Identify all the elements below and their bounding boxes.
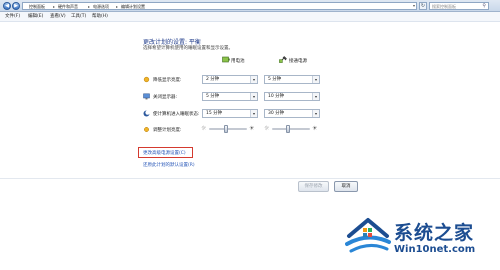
select-value: 10 分钟 <box>268 94 285 99</box>
advanced-power-settings-link[interactable]: 更改高级电源设置(C) <box>143 150 186 156</box>
power-plug-icon <box>279 56 287 63</box>
dim-display-icon <box>143 76 150 83</box>
column-header-battery: 用电池 <box>231 59 245 64</box>
watermark-title: 系统之家 <box>394 222 475 244</box>
brightness-high-icon: ☀ <box>312 125 318 132</box>
address-bar[interactable]: 控制面板 ▸ 硬件和声音 ▸ 电源选项 ▸ 编辑计划设置 ▾ <box>22 2 417 10</box>
select-value: 5 分钟 <box>206 94 220 99</box>
breadcrumb-power-options[interactable]: 电源选项 <box>93 4 109 9</box>
breadcrumb-edit-plan[interactable]: 编辑计划设置 <box>121 4 145 9</box>
sleep-plugged-select[interactable]: 30 分钟 ▾ <box>264 109 320 118</box>
slider-track[interactable] <box>272 128 310 130</box>
menu-tools[interactable]: 工具(T) <box>71 14 86 20</box>
menu-help[interactable]: 帮助(H) <box>92 14 108 20</box>
chevron-down-icon[interactable]: ▾ <box>250 110 257 117</box>
chevron-down-icon[interactable]: ▾ <box>312 76 319 83</box>
menu-file[interactable]: 文件(F) <box>5 14 20 20</box>
slider-track[interactable] <box>209 128 247 130</box>
breadcrumb-separator-icon[interactable]: ▸ <box>116 4 118 9</box>
slider-thumb[interactable] <box>286 125 290 133</box>
back-arrow-icon[interactable]: ◀ <box>3 2 11 10</box>
menu-bar: 文件(F) 编辑(E) 查看(V) 工具(T) 帮助(H) <box>0 12 500 22</box>
page-subtitle: 选择希望计算机使用的睡眠设置和显示设置。 <box>143 46 233 51</box>
menu-view[interactable]: 查看(V) <box>50 14 66 20</box>
search-placeholder: 搜索控制面板 <box>432 4 456 9</box>
turn-off-display-plugged-select[interactable]: 10 分钟 ▾ <box>264 92 320 101</box>
watermark-url: Win10net.com <box>394 244 476 255</box>
divider <box>0 178 500 179</box>
row-label-sleep: 使计算机进入睡眠状态: <box>153 112 200 117</box>
sleep-battery-select[interactable]: 15 分钟 ▾ <box>202 109 258 118</box>
turn-off-display-battery-select[interactable]: 5 分钟 ▾ <box>202 92 258 101</box>
row-label-turn-off-display: 关闭显示器: <box>153 95 178 100</box>
chevron-down-icon[interactable]: ▾ <box>250 76 257 83</box>
breadcrumb-control-panel[interactable]: 控制面板 <box>29 4 45 9</box>
search-input[interactable]: 搜索控制面板 ⚲ <box>429 2 489 10</box>
brightness-plugged-slider[interactable] <box>272 125 310 133</box>
refresh-icon[interactable]: ↻ <box>419 2 427 10</box>
slider-thumb[interactable] <box>224 125 228 133</box>
breadcrumb-separator-icon[interactable]: ▸ <box>53 4 55 9</box>
brightness-low-icon: ☼ <box>201 125 207 132</box>
select-value: 5 分钟 <box>268 77 282 82</box>
brightness-battery-slider[interactable] <box>209 125 247 133</box>
chevron-down-icon[interactable]: ▾ <box>312 110 319 117</box>
dim-display-plugged-select[interactable]: 5 分钟 ▾ <box>264 75 320 84</box>
menu-edit[interactable]: 编辑(E) <box>28 14 43 20</box>
watermark-house-logo <box>345 218 391 253</box>
cancel-button[interactable]: 取消 <box>334 181 358 192</box>
window-titlebar: ◀ ▶ 控制面板 ▸ 硬件和声音 ▸ 电源选项 ▸ 编辑计划设置 ▾ ↻ 搜索控… <box>0 0 500 12</box>
select-value: 2 分钟 <box>206 77 220 82</box>
monitor-icon <box>143 93 150 100</box>
sleep-moon-icon <box>143 110 150 117</box>
brightness-high-icon: ☀ <box>249 125 255 132</box>
brightness-low-icon: ☼ <box>264 125 270 132</box>
chevron-down-icon[interactable]: ▾ <box>413 3 415 9</box>
column-header-plugged-in: 接通电源 <box>289 59 307 64</box>
brightness-icon <box>144 127 149 132</box>
breadcrumb-separator-icon[interactable]: ▸ <box>88 4 90 9</box>
search-icon[interactable]: ⚲ <box>482 3 486 9</box>
battery-icon <box>222 56 230 63</box>
row-label-dim-display: 降低显示亮度: <box>153 78 182 83</box>
chevron-down-icon[interactable]: ▾ <box>312 93 319 100</box>
row-label-brightness: 调整计划亮度: <box>153 128 182 133</box>
save-button[interactable]: 保存修改 <box>298 181 329 192</box>
forward-arrow-icon[interactable]: ▶ <box>12 2 20 10</box>
dim-display-battery-select[interactable]: 2 分钟 ▾ <box>202 75 258 84</box>
chevron-down-icon[interactable]: ▾ <box>250 93 257 100</box>
select-value: 30 分钟 <box>268 111 285 116</box>
restore-defaults-link[interactable]: 还原此计划的默认设置(R) <box>143 162 195 168</box>
select-value: 15 分钟 <box>206 111 223 116</box>
breadcrumb-hardware-sound[interactable]: 硬件和声音 <box>58 4 78 9</box>
